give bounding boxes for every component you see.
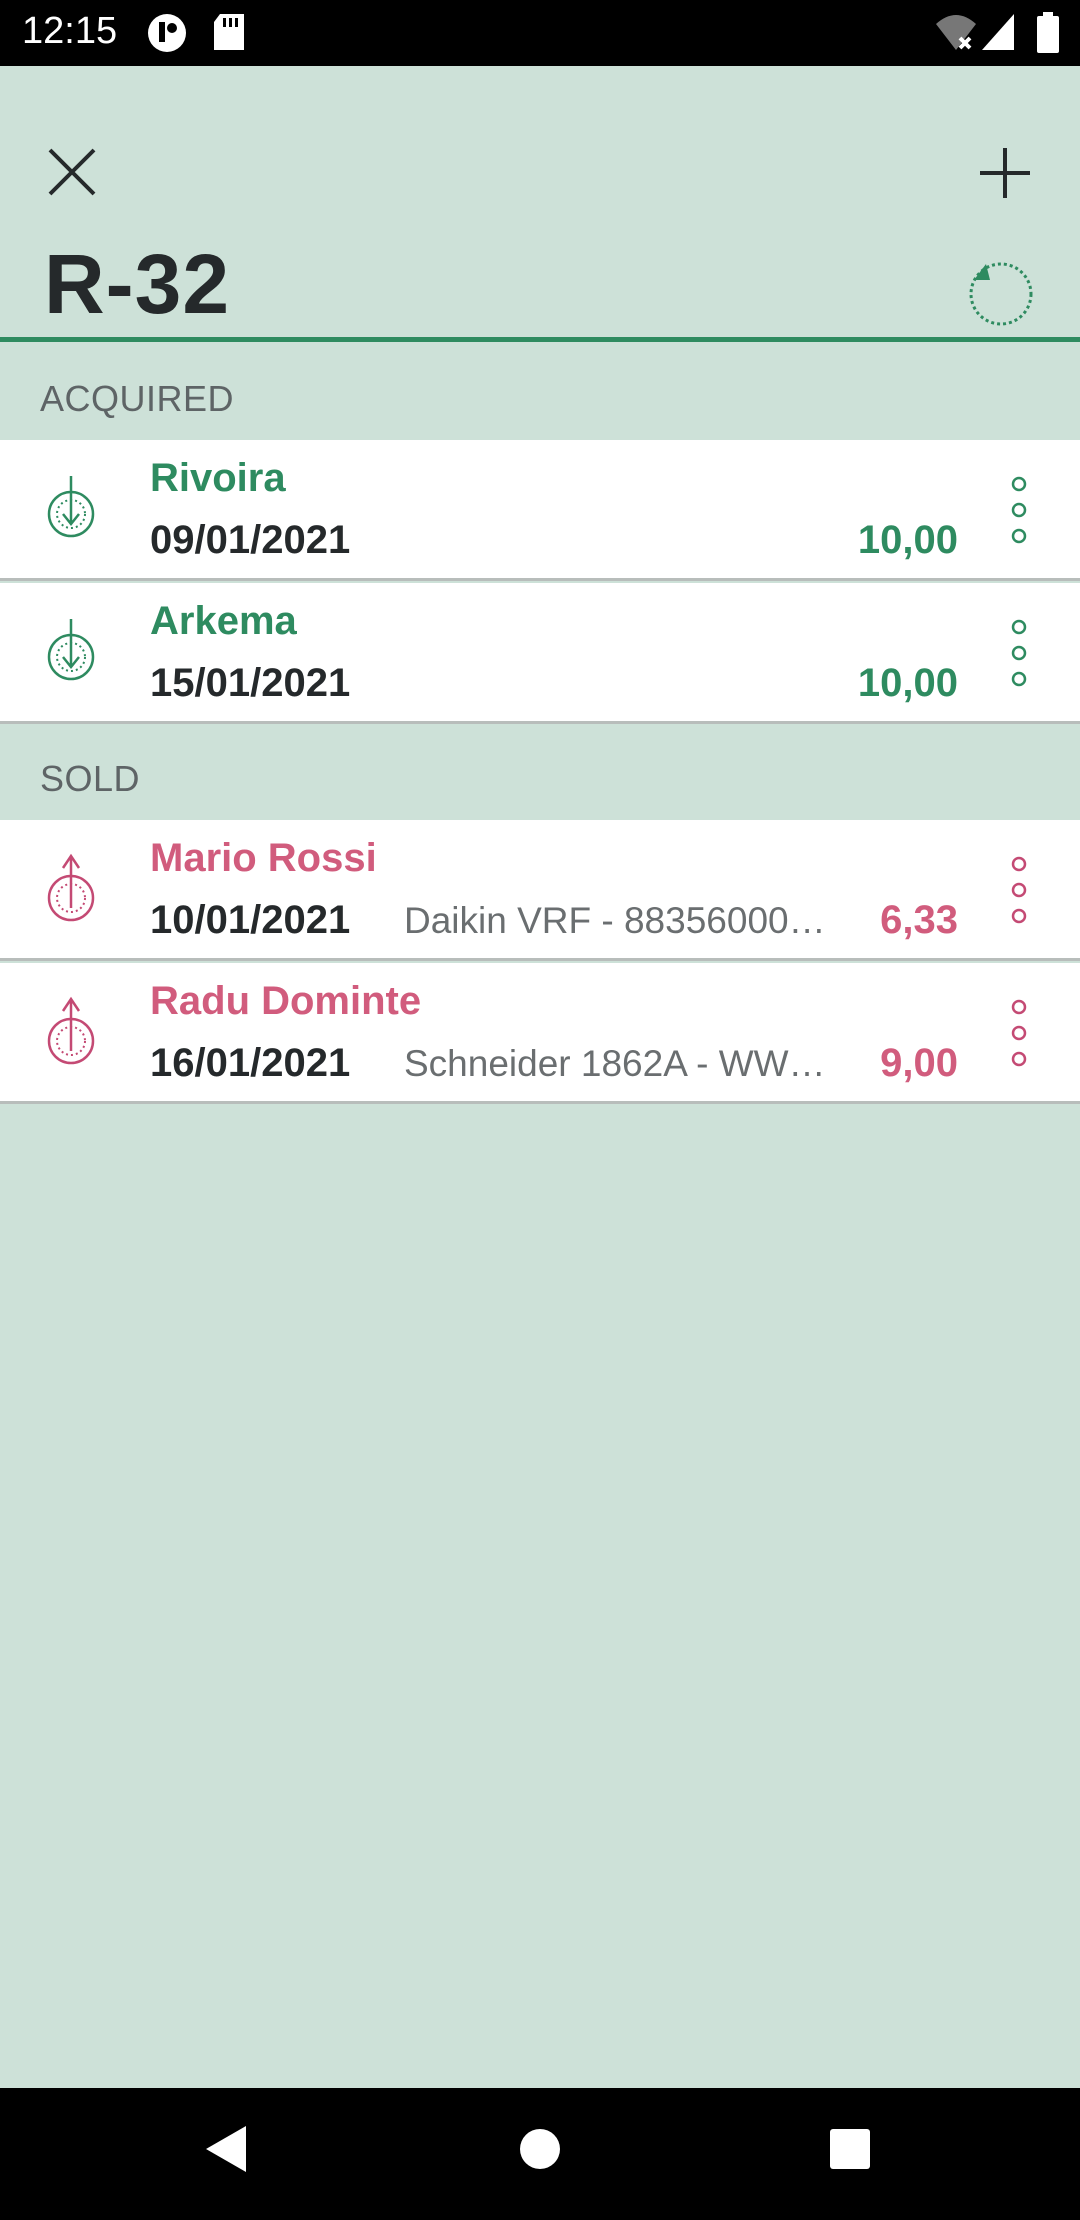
back-icon[interactable] — [204, 2124, 248, 2179]
page-title: R-32 — [44, 237, 231, 331]
row-name: Radu Dominte — [150, 979, 422, 1023]
list-item[interactable]: Radu Dominte 16/01/2021 Schneider 1862A … — [0, 963, 1080, 1104]
more-options-icon[interactable] — [1000, 474, 1038, 546]
refresh-icon — [969, 262, 1033, 326]
section-header-sold: SOLD — [40, 758, 141, 799]
row-amount: 10,00 — [857, 518, 958, 562]
row-amount: 9,00 — [880, 1041, 958, 1085]
acquired-in-icon — [44, 472, 98, 544]
row-date: 15/01/2021 — [150, 661, 351, 705]
more-options-icon[interactable] — [1000, 997, 1038, 1069]
row-note: Daikin VRF - 88356000… — [404, 900, 826, 941]
refresh-button[interactable] — [964, 256, 1038, 330]
signal-icon — [980, 12, 1016, 57]
close-icon — [48, 148, 96, 196]
section-header-acquired: ACQUIRED — [40, 378, 235, 419]
plus-icon — [980, 148, 1030, 198]
row-note: Schneider 1862A - WW… — [404, 1043, 826, 1084]
sold-out-icon — [44, 852, 98, 924]
battery-icon — [1036, 12, 1060, 59]
navigation-bar — [0, 2088, 1080, 2220]
recents-icon[interactable] — [828, 2124, 872, 2179]
acquired-in-icon — [44, 615, 98, 687]
more-options-icon[interactable] — [1000, 854, 1038, 926]
add-button[interactable] — [972, 140, 1038, 206]
title-underline — [0, 337, 1080, 342]
list-item[interactable]: Mario Rossi 10/01/2021 Daikin VRF - 8835… — [0, 820, 1080, 961]
wifi-off-icon — [934, 12, 978, 57]
row-date: 10/01/2021 — [150, 898, 351, 942]
list-item[interactable]: Arkema 15/01/2021 10,00 — [0, 583, 1080, 724]
status-bar: 12:15 — [0, 0, 1080, 66]
home-icon[interactable] — [518, 2124, 562, 2179]
row-amount: 6,33 — [880, 898, 958, 942]
list-item[interactable]: Rivoira 09/01/2021 10,00 — [0, 440, 1080, 581]
sold-out-icon — [44, 995, 98, 1067]
row-date: 16/01/2021 — [150, 1041, 351, 1085]
app-notification-icon — [146, 12, 188, 59]
status-time: 12:15 — [22, 10, 118, 52]
row-name: Arkema — [150, 599, 297, 643]
more-options-icon[interactable] — [1000, 617, 1038, 689]
row-name: Mario Rossi — [150, 836, 377, 880]
row-date: 09/01/2021 — [150, 518, 351, 562]
close-button[interactable] — [40, 140, 104, 204]
row-amount: 10,00 — [857, 661, 958, 705]
sd-card-icon — [212, 12, 246, 57]
row-name: Rivoira — [150, 456, 286, 500]
